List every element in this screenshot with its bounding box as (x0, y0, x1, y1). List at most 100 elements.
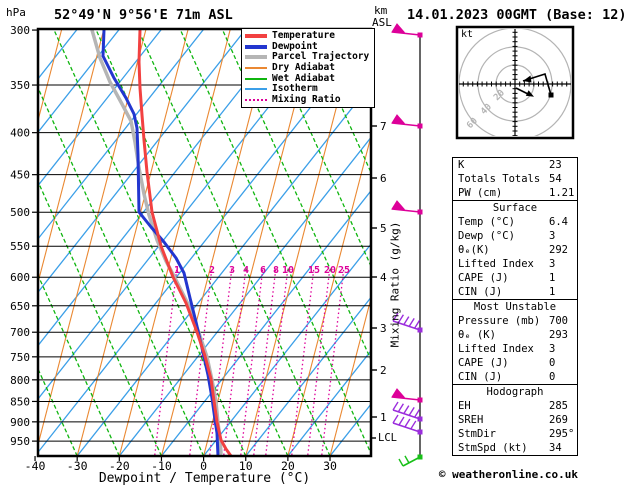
legend-label: Parcel Trajectory (272, 51, 370, 63)
legend-label: Wet Adiabat (272, 72, 335, 84)
dry-adiabat-line (76, 30, 189, 455)
indices-row: CAPE (J) 1 (453, 271, 577, 285)
index-name: θₑ(K) (458, 244, 490, 256)
indices-row: Pressure (mb) 700 (453, 314, 577, 328)
pressure-tick-label: 350 (10, 79, 30, 92)
index-name: CAPE (J) (458, 272, 509, 284)
legend-label: Temperature (272, 30, 335, 42)
wet-adiabat-line (601, 29, 629, 456)
dry-adiabat-line (39, 30, 147, 443)
indices-row: θₑ (K) 293 (453, 328, 577, 342)
index-value: 1 (549, 272, 556, 284)
mixing-ratio-value-label: 6 (260, 265, 266, 276)
pressure-tick-label: 800 (10, 374, 30, 387)
index-name: Dewp (°C) (458, 230, 515, 242)
wind-level-node (417, 429, 423, 435)
station-title: 52°49'N 9°56'E 71m ASL (54, 7, 233, 23)
pressure-tick-label: 650 (10, 300, 30, 313)
index-value: 0 (549, 371, 556, 383)
wind-level-node (417, 397, 423, 403)
indices-panel: K 23 Totals Totals 54 PW (cm) 1.21 Surface Temp… (452, 157, 578, 456)
index-value: 0 (549, 357, 556, 369)
pressure-tick-label: 600 (10, 271, 30, 284)
legend-swatch-wet-adiabat (245, 77, 267, 80)
index-name: Lifted Index (458, 258, 534, 270)
mixing-ratio-line (240, 266, 264, 455)
indices-row: CIN (J) 1 (453, 285, 577, 299)
indices-row: PW (cm) 1.21 (453, 186, 577, 200)
mixing-ratio-value-label: 10 (282, 265, 294, 276)
km-tick-label: 4 (380, 271, 387, 284)
index-name: StmSpd (kt) (458, 442, 528, 454)
pressure-tick-label: 900 (10, 416, 30, 429)
legend-label: Mixing Ratio (272, 93, 341, 105)
index-value: 293 (549, 329, 568, 341)
wind-level-node (417, 32, 423, 38)
sounding-curves (90, 30, 233, 455)
indices-row: CIN (J) 0 (453, 370, 577, 384)
index-name: Pressure (mb) (458, 315, 541, 327)
legend-item: Dry Adiabat (245, 63, 374, 74)
legend-item: Temperature (245, 31, 374, 42)
index-value: 700 (549, 315, 568, 327)
index-name: PW (cm) (458, 187, 503, 199)
indices-row: K 23 (453, 158, 577, 172)
pressure-tick-label: 950 (10, 435, 30, 448)
index-value: 285 (549, 400, 568, 412)
mixing-ratio-value-label: 15 (308, 265, 320, 276)
indices-row: Lifted Index 3 (453, 257, 577, 271)
indices-row: Totals Totals 54 (453, 172, 577, 186)
hodograph-unit-label: kt (461, 29, 474, 40)
index-name: CAPE (J) (458, 357, 509, 369)
index-value: 295° (549, 428, 575, 440)
index-value: 1.21 (549, 187, 575, 199)
index-name: θₑ (K) (458, 329, 496, 341)
wind-barb (391, 23, 423, 38)
pressure-tick-label: 300 (10, 24, 30, 37)
wind-level-node (417, 327, 423, 333)
wind-level-node (417, 416, 423, 422)
indices-section-header: Hodograph (486, 386, 544, 398)
indices-row: SREH 269 (453, 413, 577, 427)
index-value: 34 (549, 442, 562, 454)
index-value: 1 (549, 286, 556, 298)
index-value: 292 (549, 244, 568, 256)
index-name: StmDir (458, 428, 496, 440)
mixing-ratio-axis-label: Mixing Ratio (g/kg) (388, 221, 402, 348)
wind-barb (391, 114, 423, 129)
km-tick-label: 5 (380, 222, 387, 235)
wind-level-node (417, 209, 423, 215)
indices-row: StmDir 295° (453, 427, 577, 441)
hodograph: 204060 (455, 25, 575, 140)
index-name: SREH (458, 414, 484, 426)
pressure-tick-label: 850 (10, 395, 30, 408)
mixing-ratio-value-label: 2 (209, 265, 215, 276)
legend-label: Dry Adiabat (272, 62, 335, 74)
legend-label: Dewpoint (272, 40, 318, 52)
legend-swatch-temperature (245, 34, 267, 39)
index-name: Temp (°C) (458, 216, 515, 228)
copyright-credit: © weatheronline.co.uk (438, 468, 578, 481)
pressure-tick-label: 500 (10, 206, 30, 219)
pressure-tick-label: 450 (10, 169, 30, 182)
index-name: K (458, 159, 465, 171)
legend: Temperature Dewpoint Parcel Trajectory Dry … (241, 28, 375, 109)
pressure-axis-unit: hPa (6, 6, 26, 19)
indices-row: EH 285 (453, 399, 577, 413)
wind-barb (398, 454, 423, 467)
km-tick-label: 2 (380, 364, 387, 377)
pressure-tick-label: 700 (10, 326, 30, 339)
indices-section: Hodograph EH 285 SREH 269 StmDir 295° StmSpd (k… (452, 384, 578, 456)
index-name: CIN (J) (458, 286, 503, 298)
run-datetime: 14.01.2023 00GMT (Base: 12) (407, 7, 627, 23)
index-value: 6.4 (549, 216, 568, 228)
km-tick-label: 7 (380, 120, 387, 133)
index-value: 3 (549, 230, 556, 242)
skewt-sounding-app: 1 2 3 4 6 8 10 15 20 25 300 350 400 450 500 550 600 650 70… (0, 0, 629, 486)
indices-row: Lifted Index 3 (453, 342, 577, 356)
mixing-ratio-value-label: 3 (229, 265, 235, 276)
km-tick-label: 1 (380, 411, 387, 424)
indices-row: Temp (°C) 6.4 (453, 215, 577, 229)
mixing-ratio-value-label: 8 (273, 265, 279, 276)
pressure-tick-label: 400 (10, 127, 30, 140)
